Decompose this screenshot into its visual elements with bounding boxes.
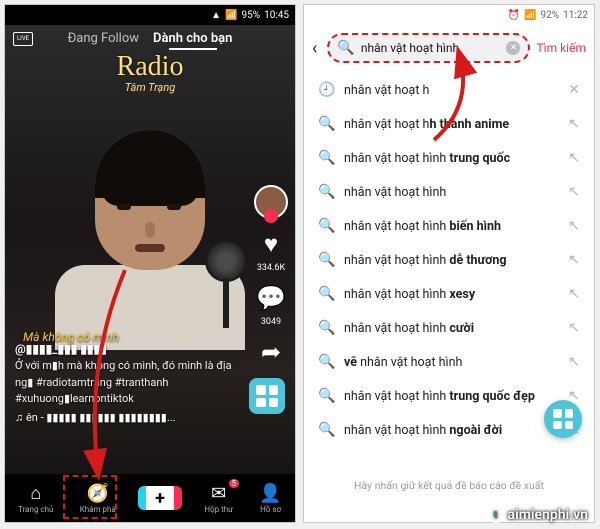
share-icon[interactable]: ➦ bbox=[261, 340, 281, 364]
suggestion-item[interactable]: 🔍 nhân vật hoạt hình ↖ bbox=[304, 175, 594, 209]
back-button[interactable]: ‹ bbox=[308, 38, 321, 59]
suggestion-text: nhân vật hoạt h bbox=[344, 83, 558, 98]
search-icon: 🔍 bbox=[318, 354, 334, 370]
status-bar: ⏰ 📶 92% 11:22 bbox=[304, 5, 594, 25]
search-icon: 🔍 bbox=[318, 184, 334, 200]
watermark-text: aimienphi.vn bbox=[508, 507, 588, 523]
nav-home[interactable]: ⌂Trang chủ bbox=[18, 483, 53, 514]
watermark: t aimienphi.vn bbox=[488, 507, 588, 523]
nav-profile[interactable]: 👤Hồ sơ bbox=[259, 483, 281, 514]
wifi-icon: ▲ bbox=[211, 10, 221, 21]
insert-icon[interactable]: ↖ bbox=[568, 354, 580, 370]
inbox-icon: ✉5 bbox=[211, 483, 226, 504]
suggestion-text: nhân vật hoạt hình cười bbox=[344, 321, 558, 336]
search-icon: 🔍 bbox=[318, 116, 334, 132]
signal-icon: 📶 bbox=[524, 10, 536, 21]
suggestion-item[interactable]: 🔍 nhân vật hoạt hh thành anime ↖ bbox=[304, 107, 594, 141]
phone-right-search: ⏰ 📶 92% 11:22 ‹ 🔍 nhân vật hoạt hình ✕ T… bbox=[303, 4, 595, 523]
clock-text: 11:22 bbox=[563, 10, 588, 21]
remove-icon[interactable]: ✕ bbox=[568, 82, 580, 98]
suggestion-item[interactable]: 🔍 nhân vật hoạt hình xesy ↖ bbox=[304, 277, 594, 311]
search-icon: 🔍 bbox=[318, 252, 334, 268]
suggestion-text: nhân vật hoạt hình biến hình bbox=[344, 219, 558, 234]
audio-track[interactable]: ♫ ên - ▮▮▮▮▮ ▮▮▮▮▮▮ ▮▮▮▮▮▮▮▮... bbox=[15, 410, 239, 427]
signal-icon: 📶 bbox=[225, 10, 237, 21]
search-icon: 🔍 bbox=[318, 286, 334, 302]
insert-icon[interactable]: ↖ bbox=[568, 252, 580, 268]
insert-icon[interactable]: ↖ bbox=[568, 320, 580, 336]
suggestion-hint: Hãy nhấn giữ kết quả đề báo cáo đề xuất bbox=[304, 479, 594, 492]
suggestion-item[interactable]: 🔍 nhân vật hoạt hình dễ thương ↖ bbox=[304, 243, 594, 277]
clear-icon[interactable]: ✕ bbox=[506, 41, 520, 55]
search-submit[interactable]: Tìm kiếm bbox=[536, 41, 586, 55]
battery-text: 95% bbox=[242, 10, 261, 21]
compass-icon: 🧭 bbox=[87, 483, 109, 504]
insert-icon[interactable]: ↖ bbox=[568, 184, 580, 200]
tab-following[interactable]: Đang Follow bbox=[68, 31, 139, 46]
suggestion-text: nhân vật hoạt hình trung quốc bbox=[344, 151, 558, 166]
status-bar: ▲ 📶 95% 10:45 bbox=[5, 5, 295, 25]
feed-area: LIVE Đang Follow Dành cho bạn Radio Tâm … bbox=[5, 25, 295, 522]
history-icon: 🕘 bbox=[318, 82, 334, 98]
suggestion-text: nhân vật hoạt hh thành anime bbox=[344, 117, 558, 132]
search-icon: 🔍 bbox=[318, 320, 334, 336]
video-content[interactable] bbox=[35, 110, 285, 350]
author-avatar[interactable] bbox=[254, 185, 288, 219]
search-icon: 🔍 bbox=[318, 218, 334, 234]
home-icon: ⌂ bbox=[30, 483, 41, 504]
grid-overlay-button[interactable] bbox=[249, 378, 285, 414]
suggestion-text: vẽ nhân vật hoạt hình bbox=[344, 355, 558, 370]
insert-icon[interactable]: ↖ bbox=[568, 218, 580, 234]
suggestion-text: nhân vật hoạt hình ngoài đời bbox=[344, 423, 558, 438]
suggestion-item[interactable]: 🔍 nhân vật hoạt hình cười ↖ bbox=[304, 311, 594, 345]
suggestion-item[interactable]: 🔍 vẽ nhân vật hoạt hình ↖ bbox=[304, 345, 594, 379]
insert-icon[interactable]: ↖ bbox=[568, 150, 580, 166]
alarm-icon: ⏰ bbox=[508, 10, 520, 21]
nav-create[interactable]: + bbox=[142, 486, 178, 510]
suggestion-item[interactable]: 🔍 nhân vật hoạt hình trung quốc ↖ bbox=[304, 141, 594, 175]
search-header: ‹ 🔍 nhân vật hoạt hình ✕ Tìm kiếm bbox=[304, 25, 594, 71]
nav-inbox[interactable]: ✉5Hộp thư bbox=[204, 483, 233, 514]
search-icon: 🔍 bbox=[337, 40, 354, 56]
suggestion-item[interactable]: 🕘 nhân vật hoạt h ✕ bbox=[304, 73, 594, 107]
suggestion-item[interactable]: 🔍 nhân vật hoạt hình biến hình ↖ bbox=[304, 209, 594, 243]
watermark-icon: t bbox=[488, 507, 504, 523]
video-meta: @▮▮▮▮_▮▮▮ ▮▮▮▮ Ở với m▮h mà không có mìn… bbox=[15, 340, 239, 426]
clock-text: 10:45 bbox=[264, 10, 289, 21]
comment-count: 3049 bbox=[261, 317, 281, 327]
suggestion-text: nhân vật hoạt hình trung quốc đẹp bbox=[344, 389, 558, 404]
search-icon: 🔍 bbox=[318, 388, 334, 404]
battery-text: 92% bbox=[541, 10, 560, 21]
suggestion-text: nhân vật hoạt hình dễ thương bbox=[344, 253, 558, 268]
phone-left-feed: ▲ 📶 95% 10:45 LIVE Đang Follow Dành cho … bbox=[4, 4, 296, 523]
grid-overlay-button[interactable] bbox=[544, 400, 582, 438]
nav-discover[interactable]: 🧭Khám phá bbox=[80, 483, 116, 514]
suggestion-text: nhân vật hoạt hình xesy bbox=[344, 287, 558, 302]
inbox-badge: 5 bbox=[229, 479, 240, 488]
insert-icon[interactable]: ↖ bbox=[568, 116, 580, 132]
suggestion-list: 🕘 nhân vật hoạt h ✕ 🔍 nhân vật hoạt hh thành… bbox=[304, 71, 594, 449]
like-count: 334.6K bbox=[257, 263, 285, 273]
insert-icon[interactable]: ↖ bbox=[568, 286, 580, 302]
search-input[interactable]: nhân vật hoạt hình bbox=[361, 41, 501, 55]
tab-for-you[interactable]: Dành cho bạn bbox=[153, 31, 232, 46]
search-input-box[interactable]: 🔍 nhân vật hoạt hình ✕ bbox=[327, 33, 530, 63]
author-username[interactable]: @▮▮▮▮_▮▮▮ ▮▮▮▮ bbox=[15, 340, 239, 358]
suggestion-text: nhân vật hoạt hình bbox=[344, 185, 558, 200]
search-icon: 🔍 bbox=[318, 150, 334, 166]
feed-tabs: LIVE Đang Follow Dành cho bạn bbox=[5, 31, 295, 46]
brand-title: Radio bbox=[117, 51, 184, 83]
search-icon: 🔍 bbox=[318, 422, 334, 438]
comment-icon[interactable]: 💬 bbox=[256, 286, 286, 310]
action-rail: ♥ 334.6K 💬 3049 ➦ bbox=[254, 185, 288, 364]
like-icon[interactable]: ♥ bbox=[264, 232, 278, 256]
brand-subtitle: Tâm Trạng bbox=[125, 81, 175, 94]
video-description: Ở với m▮h mà không có mình, đó mình là đ… bbox=[15, 358, 239, 408]
profile-icon: 👤 bbox=[259, 483, 281, 504]
live-icon[interactable]: LIVE bbox=[13, 32, 33, 46]
bottom-nav: ⌂Trang chủ 🧭Khám phá + ✉5Hộp thư 👤Hồ sơ bbox=[5, 474, 295, 522]
plus-icon: + bbox=[142, 486, 178, 510]
